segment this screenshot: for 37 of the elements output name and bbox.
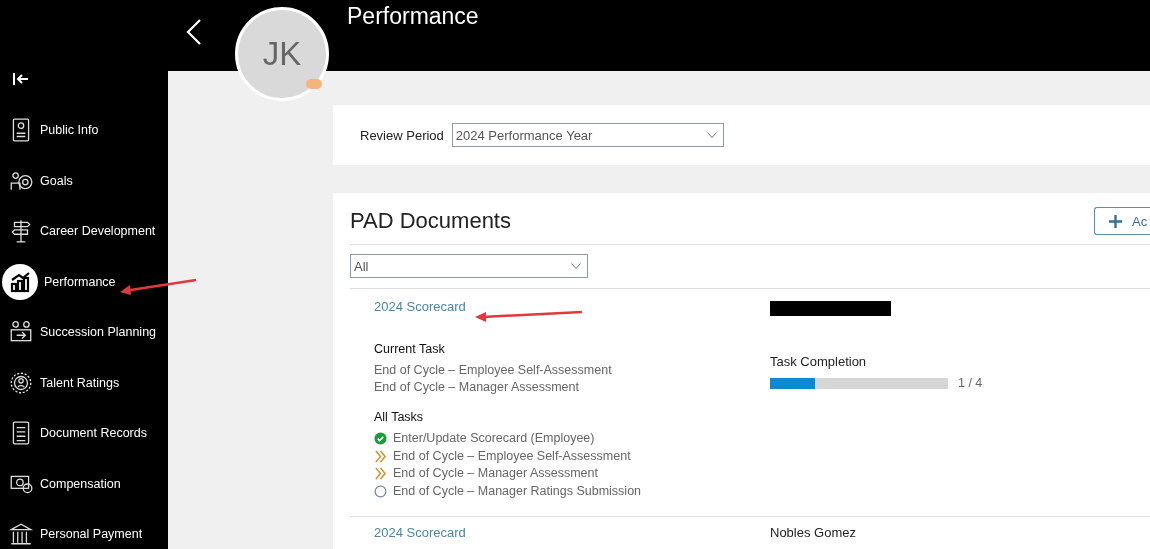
plus-icon [1109, 214, 1122, 228]
current-task-text: End of Cycle – Manager Assessment [374, 379, 580, 396]
section-label: All Tasks [374, 410, 425, 424]
field-label: Review Period [360, 127, 444, 143]
page-title: Performance [347, 3, 479, 30]
document-link[interactable]: 2024 Scorecard [374, 525, 770, 540]
section-label: Current Task [374, 342, 446, 356]
chevron-down-icon [571, 263, 581, 269]
collapse-icon[interactable] [12, 70, 30, 88]
sidebar-item[interactable]: Career Development [0, 206, 168, 257]
sidebar-item[interactable]: Document Records [0, 408, 168, 459]
chevron-down-icon [706, 132, 717, 138]
task-text: Enter/Update Scorecard (Employee) [393, 430, 595, 447]
progress-reading: 1 / 4 [958, 375, 983, 392]
double-chevron-icon [374, 449, 387, 463]
filter-dropdown[interactable]: All [350, 254, 588, 278]
sidebar-item[interactable]: Goals [0, 155, 168, 206]
sidebar-item[interactable]: Talent Ratings [0, 357, 168, 408]
sidebar-item[interactable]: Succession Planning [0, 307, 168, 358]
add-button[interactable]: Ac [1094, 207, 1150, 235]
double-chevron-icon [374, 467, 387, 481]
task-text: End of Cycle – Employee Self-Assessment [393, 447, 631, 465]
task-text: End of Cycle – Manager Assessment [393, 465, 598, 482]
current-task-text: End of Cycle – Employee Self-Assessment [374, 362, 613, 379]
empty-circle-icon [374, 484, 387, 498]
owner-name: Nobles Gomez [770, 525, 856, 540]
sidebar-item[interactable]: Personal Payment [0, 509, 168, 549]
back-icon[interactable] [186, 19, 202, 45]
task-text: End of Cycle – Manager Ratings Submission [393, 482, 642, 500]
sidebar-item[interactable]: Compensation [0, 458, 168, 509]
section-title: PAD Documents [350, 208, 511, 234]
check-circle-icon [374, 432, 387, 446]
review-period-dropdown[interactable]: 2024 Performance Year [451, 123, 724, 147]
sidebar-item[interactable]: Performance [0, 256, 168, 307]
completion-label: Task Completion [770, 354, 867, 369]
document-link[interactable]: 2024 Scorecard [374, 299, 770, 314]
sidebar-item[interactable]: Public Info [0, 105, 168, 156]
